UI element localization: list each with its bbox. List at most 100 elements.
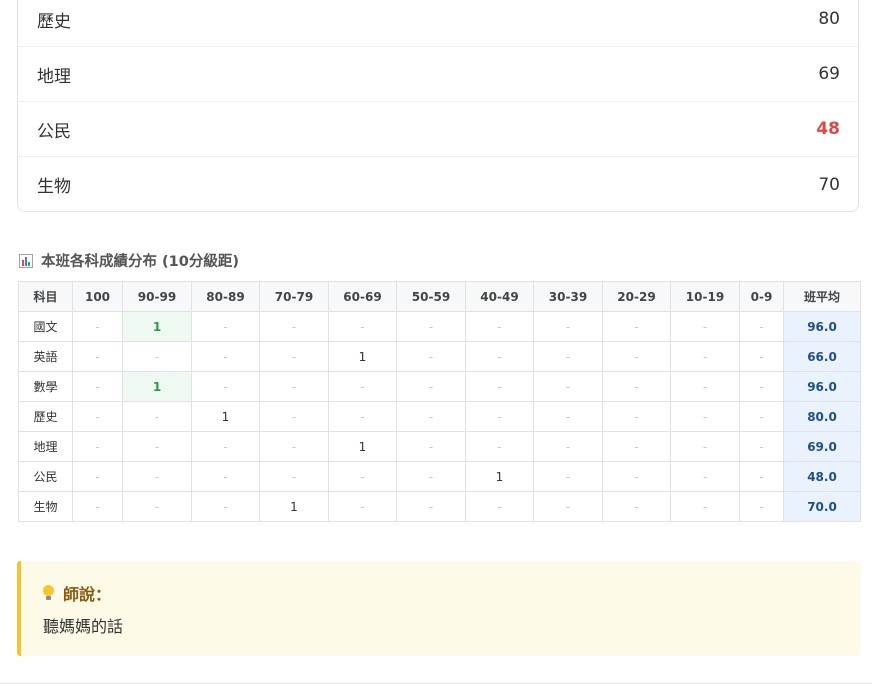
count-cell: - bbox=[72, 311, 123, 342]
score-subject: 地理 bbox=[37, 66, 71, 87]
count-cell: - bbox=[670, 371, 740, 402]
table-row: 生物 - - -1- - - - - - -70.0 bbox=[18, 491, 861, 522]
table-row: 公民 - - - - - -1- - - -48.0 bbox=[18, 461, 861, 492]
score-value: 80 bbox=[818, 9, 840, 29]
count-cell: - bbox=[191, 371, 260, 402]
count-cell: - bbox=[396, 341, 466, 372]
column-header: 40-49 bbox=[465, 281, 534, 312]
count-cell: - bbox=[602, 341, 671, 372]
count-cell: - bbox=[191, 341, 260, 372]
table-row: 數學 -1- - - - - - - - -96.0 bbox=[18, 371, 861, 402]
count-cell: - bbox=[533, 311, 603, 342]
distribution-title: 本班各科成績分布 (10分級距) bbox=[19, 250, 239, 271]
count-cell: 1 bbox=[465, 461, 534, 492]
count-cell: - bbox=[670, 491, 740, 522]
count-cell: - bbox=[259, 341, 329, 372]
column-header: 10-19 bbox=[670, 281, 740, 312]
row-subject: 數學 bbox=[18, 371, 73, 402]
count-cell: - bbox=[72, 401, 123, 432]
table-header-row: 科目 100 90-99 80-89 70-79 60-69 50-59 40-49 30-39… bbox=[18, 281, 861, 312]
column-header: 90-99 bbox=[122, 281, 192, 312]
count-cell: - bbox=[465, 311, 534, 342]
table-row: 地理 - - - -1- - - - - -69.0 bbox=[18, 431, 861, 462]
count-cell: - bbox=[739, 401, 784, 432]
teacher-tip-box: 師說： 聽媽媽的話 bbox=[17, 561, 861, 656]
count-cell: - bbox=[670, 311, 740, 342]
count-cell: - bbox=[259, 461, 329, 492]
count-cell: - bbox=[191, 461, 260, 492]
bar-chart-icon bbox=[19, 253, 33, 268]
score-row: 歷史 80 bbox=[18, 0, 858, 47]
count-cell: - bbox=[259, 371, 329, 402]
count-cell: - bbox=[122, 431, 192, 462]
distribution-table: 科目 100 90-99 80-89 70-79 60-69 50-59 40-49 30-39… bbox=[18, 281, 861, 522]
table-row: 英語 - - - -1- - - - - -66.0 bbox=[18, 341, 861, 372]
count-cell: - bbox=[396, 491, 466, 522]
distribution-title-text: 本班各科成績分布 (10分級距) bbox=[41, 254, 239, 270]
class-average-cell: 80.0 bbox=[783, 401, 861, 432]
row-subject: 地理 bbox=[18, 431, 73, 462]
count-cell: - bbox=[328, 401, 397, 432]
count-cell: - bbox=[602, 371, 671, 402]
count-cell: - bbox=[122, 341, 192, 372]
count-cell: - bbox=[396, 401, 466, 432]
count-cell: - bbox=[602, 401, 671, 432]
count-cell: - bbox=[191, 311, 260, 342]
count-cell: - bbox=[602, 491, 671, 522]
count-cell: - bbox=[670, 341, 740, 372]
score-subject: 公民 bbox=[37, 121, 71, 142]
score-value: 69 bbox=[818, 64, 840, 84]
count-cell: - bbox=[72, 461, 123, 492]
class-average-cell: 69.0 bbox=[783, 431, 861, 462]
count-cell: - bbox=[465, 491, 534, 522]
count-cell: - bbox=[328, 311, 397, 342]
count-cell: - bbox=[328, 491, 397, 522]
column-header: 班平均 bbox=[783, 281, 861, 312]
class-average-cell: 96.0 bbox=[783, 371, 861, 402]
table-row: 歷史 - -1- - - - - - - -80.0 bbox=[18, 401, 861, 432]
count-cell: - bbox=[739, 311, 784, 342]
count-cell: - bbox=[739, 371, 784, 402]
score-row: 地理 69 bbox=[18, 47, 858, 102]
count-cell: - bbox=[465, 341, 534, 372]
count-cell: - bbox=[465, 431, 534, 462]
class-average-cell: 48.0 bbox=[783, 461, 861, 492]
class-average-cell: 66.0 bbox=[783, 341, 861, 372]
count-cell: - bbox=[670, 461, 740, 492]
tip-heading-text: 師說： bbox=[63, 585, 112, 604]
count-cell: - bbox=[533, 401, 603, 432]
count-cell: - bbox=[72, 371, 123, 402]
row-subject: 公民 bbox=[18, 461, 73, 492]
count-cell: - bbox=[602, 461, 671, 492]
column-header: 50-59 bbox=[396, 281, 466, 312]
count-cell: - bbox=[602, 431, 671, 462]
column-header: 70-79 bbox=[259, 281, 329, 312]
score-row: 生物 70 bbox=[18, 157, 858, 212]
count-cell: - bbox=[533, 491, 603, 522]
count-cell: - bbox=[72, 431, 123, 462]
count-cell: - bbox=[259, 311, 329, 342]
count-cell: 1 bbox=[122, 371, 192, 402]
count-cell: - bbox=[72, 491, 123, 522]
score-list-card: 歷史 80 地理 69 公民 48 生物 70 bbox=[17, 0, 859, 212]
column-header: 80-89 bbox=[191, 281, 260, 312]
tip-body-text: 聽媽媽的話 bbox=[43, 617, 124, 636]
tip-heading: 師說： bbox=[43, 581, 861, 605]
lightbulb-icon bbox=[43, 585, 54, 601]
count-cell: - bbox=[739, 491, 784, 522]
count-cell: - bbox=[122, 461, 192, 492]
class-average-cell: 96.0 bbox=[783, 311, 861, 342]
row-subject: 歷史 bbox=[18, 401, 73, 432]
count-cell: 1 bbox=[191, 401, 260, 432]
score-subject: 生物 bbox=[37, 177, 71, 197]
row-subject: 國文 bbox=[18, 311, 73, 342]
count-cell: 1 bbox=[122, 311, 192, 342]
count-cell: 1 bbox=[328, 341, 397, 372]
count-cell: 1 bbox=[328, 431, 397, 462]
column-header: 科目 bbox=[18, 281, 73, 312]
count-cell: - bbox=[396, 311, 466, 342]
column-header: 60-69 bbox=[328, 281, 397, 312]
table-row: 國文 -1- - - - - - - - -96.0 bbox=[18, 311, 861, 342]
count-cell: - bbox=[533, 371, 603, 402]
score-row: 公民 48 bbox=[18, 102, 858, 157]
